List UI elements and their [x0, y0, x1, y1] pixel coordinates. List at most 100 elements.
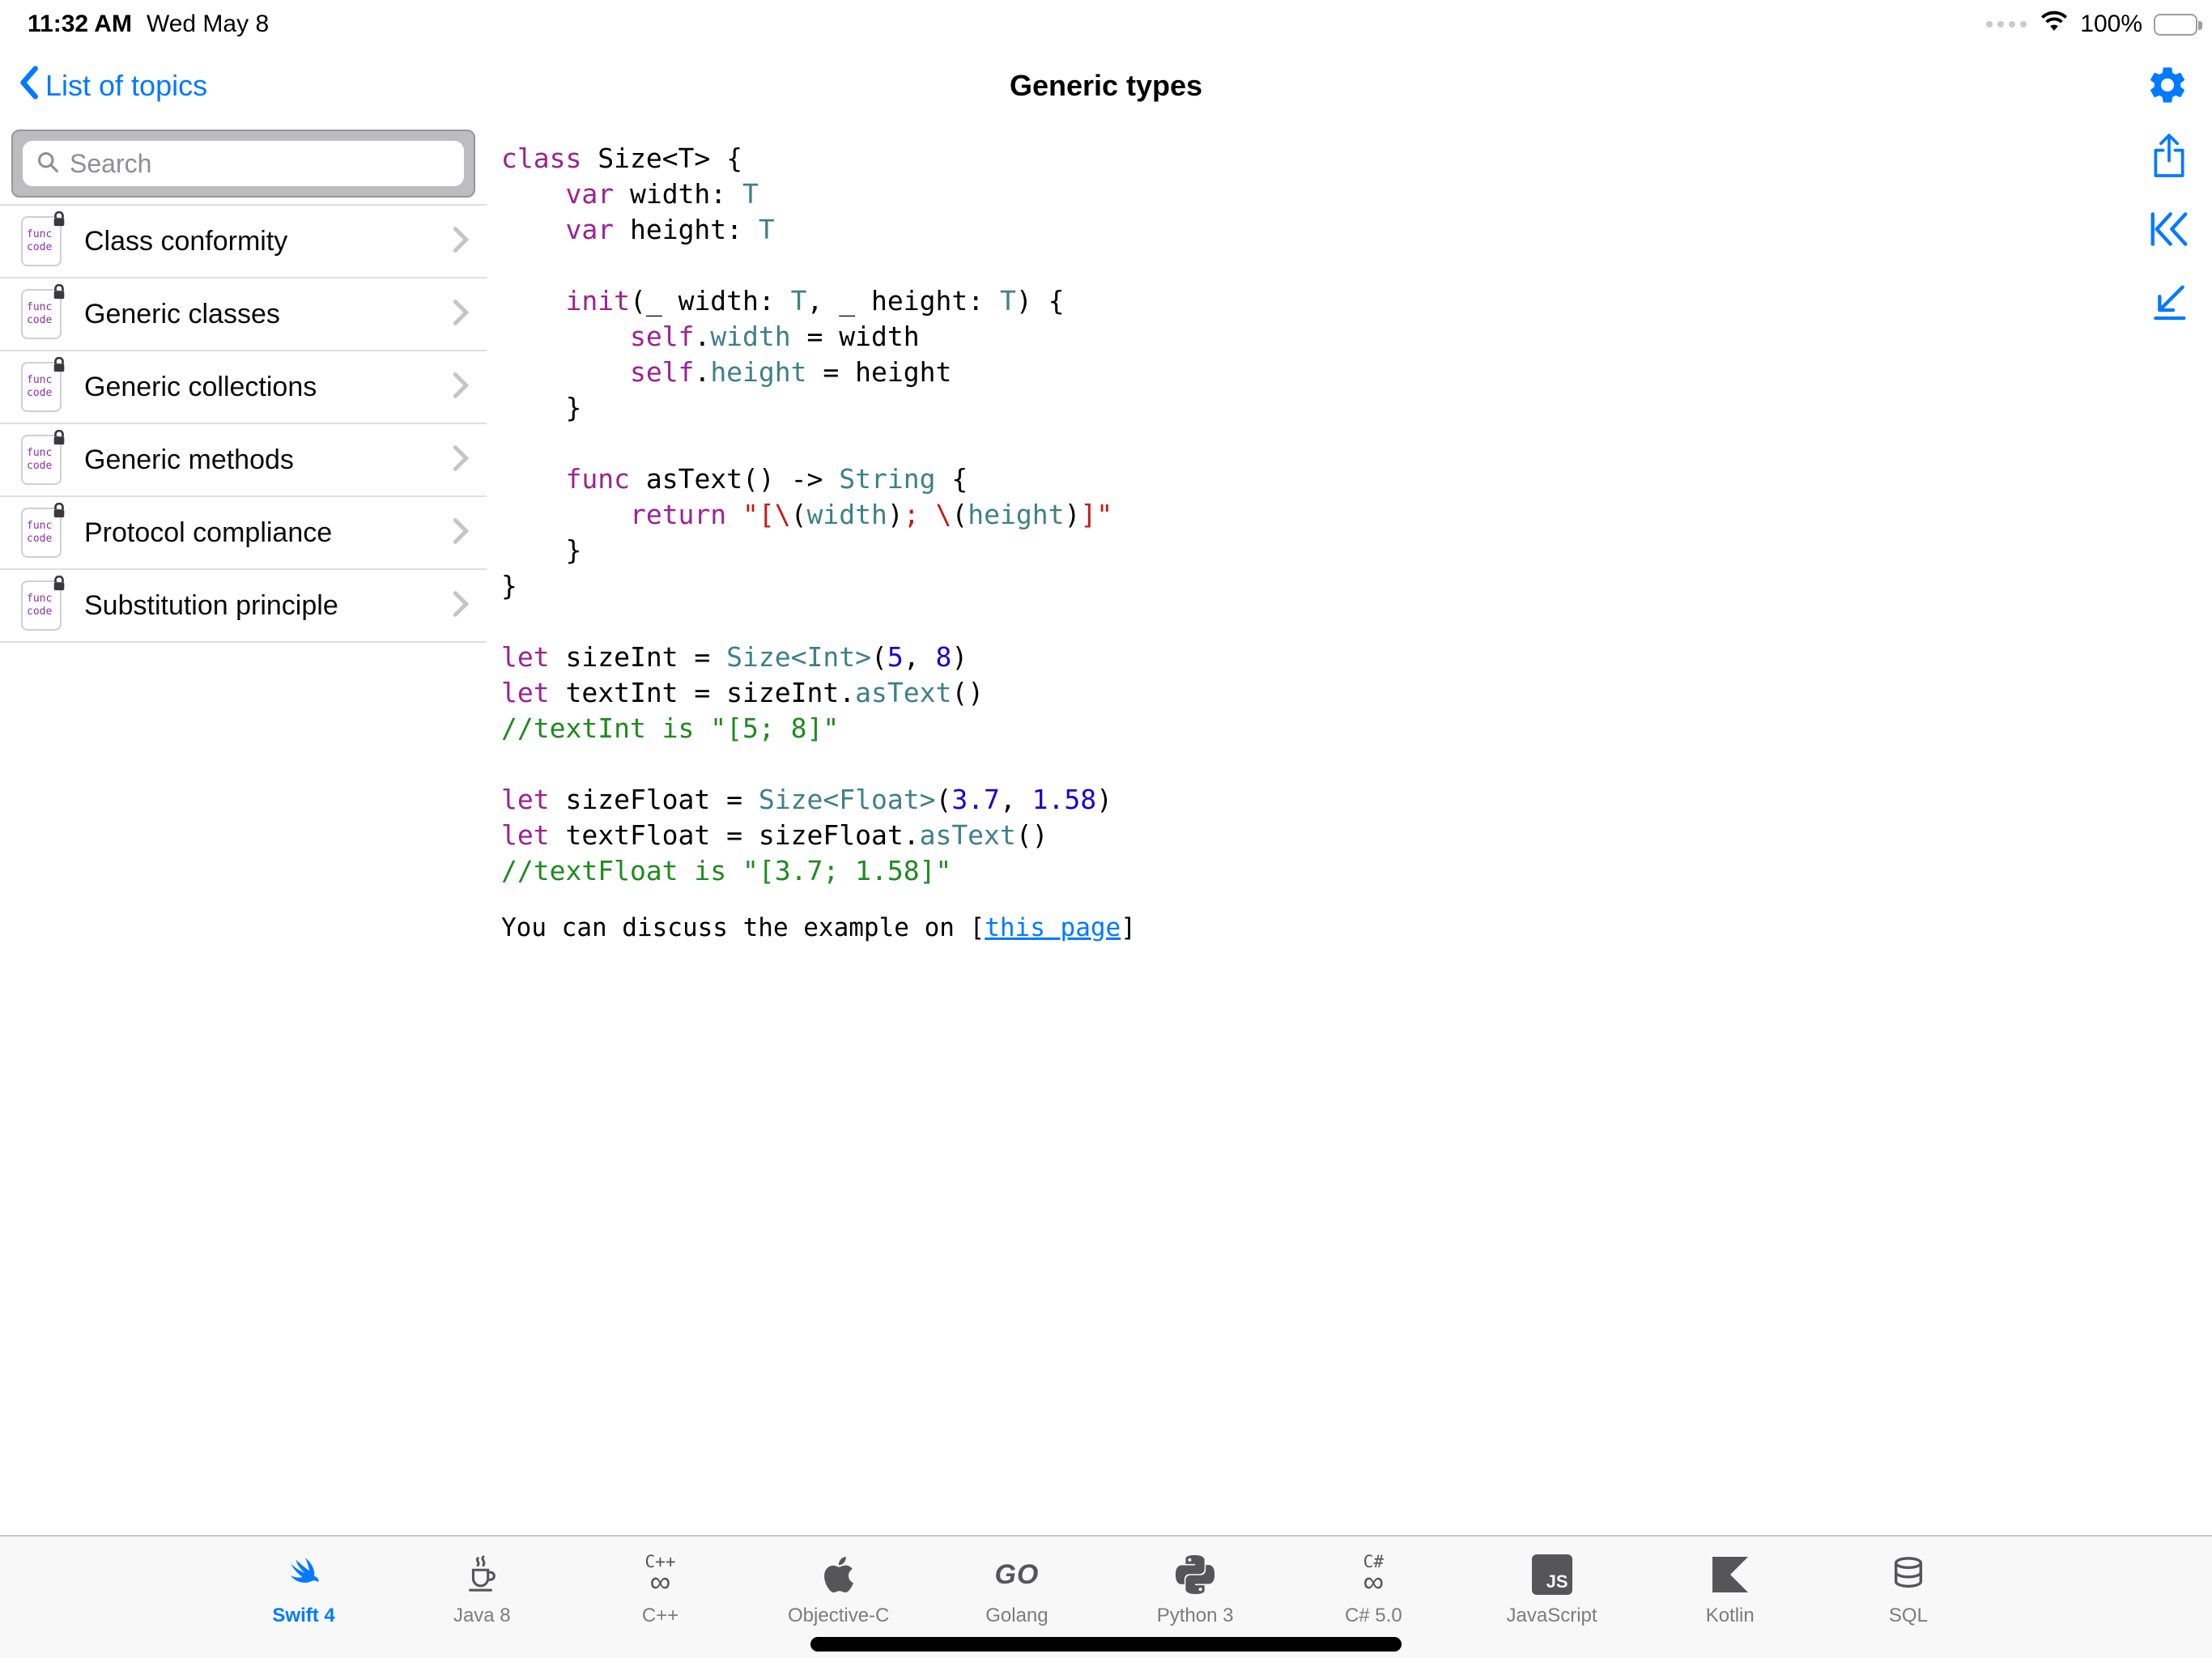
share-button[interactable] — [2150, 134, 2189, 180]
resize-button[interactable] — [2149, 280, 2189, 325]
code-line: init(_ width: T, _ height: T) { — [501, 283, 2115, 319]
chevron-right-icon — [453, 226, 469, 257]
golang-icon: GO — [994, 1548, 1039, 1601]
home-indicator[interactable] — [810, 1637, 1402, 1652]
topic-list: func ( code Class conformity func ( code… — [0, 204, 487, 643]
status-left: 11:32 AM Wed May 8 — [28, 11, 269, 38]
sidebar-item-label: Protocol compliance — [84, 517, 453, 549]
battery-icon — [2154, 14, 2197, 36]
search-bar — [11, 130, 475, 198]
chevron-left-icon — [18, 65, 39, 108]
jump-to-start-button[interactable] — [2147, 207, 2191, 253]
tab-label: Swift 4 — [272, 1605, 334, 1627]
tab-kotlin[interactable]: Kotlin — [1641, 1548, 1819, 1658]
code-line — [501, 248, 2115, 283]
status-time: 11:32 AM — [28, 11, 132, 38]
infinity-glyph: ∞ — [650, 1567, 671, 1596]
sidebar-item-label: Substitution principle — [84, 590, 453, 622]
sidebar-item-label: Generic collections — [84, 372, 453, 403]
back-label: List of topics — [45, 69, 207, 103]
chevron-right-icon — [453, 372, 469, 403]
search-box — [23, 141, 464, 186]
status-bar: 11:32 AM Wed May 8 100% — [0, 0, 2212, 42]
navigation-bar: List of topics Generic types — [0, 42, 2212, 130]
lock-icon — [52, 430, 66, 450]
sidebar-item-label: Class conformity — [84, 226, 453, 257]
code-doc-icon: func ( code — [21, 508, 62, 558]
sidebar-item-class-conformity[interactable]: func ( code Class conformity — [0, 206, 487, 278]
cpp-icon: C++∞ — [645, 1548, 676, 1601]
lock-icon — [52, 357, 66, 377]
search-input[interactable] — [70, 149, 451, 179]
discussion-note-prefix: You can discuss the example on [ — [501, 913, 985, 942]
code-line: let sizeInt = Size<Int>(5, 8) — [501, 640, 2115, 675]
java-icon — [463, 1548, 500, 1601]
code-line: class Size<T> { — [501, 141, 2115, 176]
js-icon-text: JS — [1546, 1571, 1568, 1592]
sidebar-item-protocol-compliance[interactable]: func ( code Protocol compliance — [0, 497, 487, 570]
status-right: 100% — [1986, 10, 2197, 39]
sidebar: func ( code Class conformity func ( code… — [0, 130, 487, 1535]
csharp-icon: C#∞ — [1363, 1548, 1384, 1601]
code-line — [501, 426, 2115, 461]
code-line: let sizeFloat = Size<Float>(3.7, 1.58) — [501, 782, 2115, 818]
skip-to-start-icon — [2147, 210, 2191, 251]
settings-button[interactable] — [2146, 63, 2189, 109]
code-block: class Size<T> { var width: T var height:… — [501, 141, 2115, 889]
sidebar-item-substitution-principle[interactable]: func ( code Substitution principle — [0, 570, 487, 643]
doc-icon-text: code — [27, 460, 60, 473]
code-line: func asText() -> String { — [501, 461, 2115, 497]
doc-icon-text: code — [27, 387, 60, 400]
doc-icon-text: code — [27, 241, 60, 254]
tab-javascript[interactable]: JS JavaScript — [1462, 1548, 1640, 1658]
tab-label: Python 3 — [1157, 1605, 1234, 1627]
battery-percent: 100% — [2080, 11, 2142, 38]
tab-sql[interactable]: SQL — [1819, 1548, 1997, 1658]
tab-label: JavaScript — [1507, 1605, 1597, 1627]
chevron-right-icon — [453, 444, 469, 476]
sidebar-item-generic-methods[interactable]: func ( code Generic methods — [0, 424, 487, 497]
tab-cpp[interactable]: C++∞ C++ — [571, 1548, 749, 1658]
infinity-glyph: ∞ — [1363, 1567, 1384, 1596]
code-line — [501, 604, 2115, 640]
lock-icon — [52, 503, 66, 523]
code-doc-icon: func ( code — [21, 289, 62, 339]
swift-icon — [283, 1548, 325, 1601]
cellular-dots-icon — [1986, 21, 2027, 28]
arrow-down-left-icon — [2149, 282, 2189, 325]
discussion-link[interactable]: this page — [985, 913, 1121, 942]
code-line: } — [501, 390, 2115, 426]
code-line: let textInt = sizeInt.asText() — [501, 675, 2115, 711]
sidebar-item-generic-classes[interactable]: func ( code Generic classes — [0, 278, 487, 351]
code-doc-icon: func ( code — [21, 362, 62, 412]
app-screen: 11:32 AM Wed May 8 100% List of topics G… — [0, 0, 2212, 1658]
doc-icon-text: code — [27, 314, 60, 327]
code-line: var width: T — [501, 176, 2115, 212]
tab-swift[interactable]: Swift 4 — [215, 1548, 393, 1658]
lock-icon — [52, 211, 66, 232]
sidebar-item-label: Generic methods — [84, 444, 453, 476]
tab-label: Objective-C — [788, 1605, 889, 1627]
tab-label: C# 5.0 — [1345, 1605, 1402, 1627]
code-line: self.height = height — [501, 355, 2115, 390]
code-line: } — [501, 568, 2115, 604]
code-doc-icon: func ( code — [21, 435, 62, 485]
wifi-icon — [2040, 10, 2069, 39]
page-title: Generic types — [0, 69, 2212, 103]
discussion-note-suffix: ] — [1121, 913, 1136, 942]
go-icon-text: GO — [994, 1559, 1039, 1591]
chevron-right-icon — [453, 299, 469, 330]
kotlin-icon — [1712, 1548, 1748, 1601]
tab-java[interactable]: Java 8 — [393, 1548, 571, 1658]
tab-label: Java 8 — [453, 1605, 511, 1627]
lock-icon — [52, 284, 66, 304]
sidebar-item-generic-collections[interactable]: func ( code Generic collections — [0, 351, 487, 424]
tab-label: Golang — [985, 1605, 1048, 1627]
apple-icon — [821, 1548, 857, 1601]
main-area: func ( code Class conformity func ( code… — [0, 130, 2212, 1535]
back-button[interactable]: List of topics — [18, 42, 207, 130]
tab-label: C++ — [642, 1605, 678, 1627]
content-area: class Size<T> { var width: T var height:… — [487, 130, 2212, 1535]
discussion-note: You can discuss the example on [this pag… — [501, 913, 2115, 942]
doc-icon-text: code — [27, 606, 60, 619]
